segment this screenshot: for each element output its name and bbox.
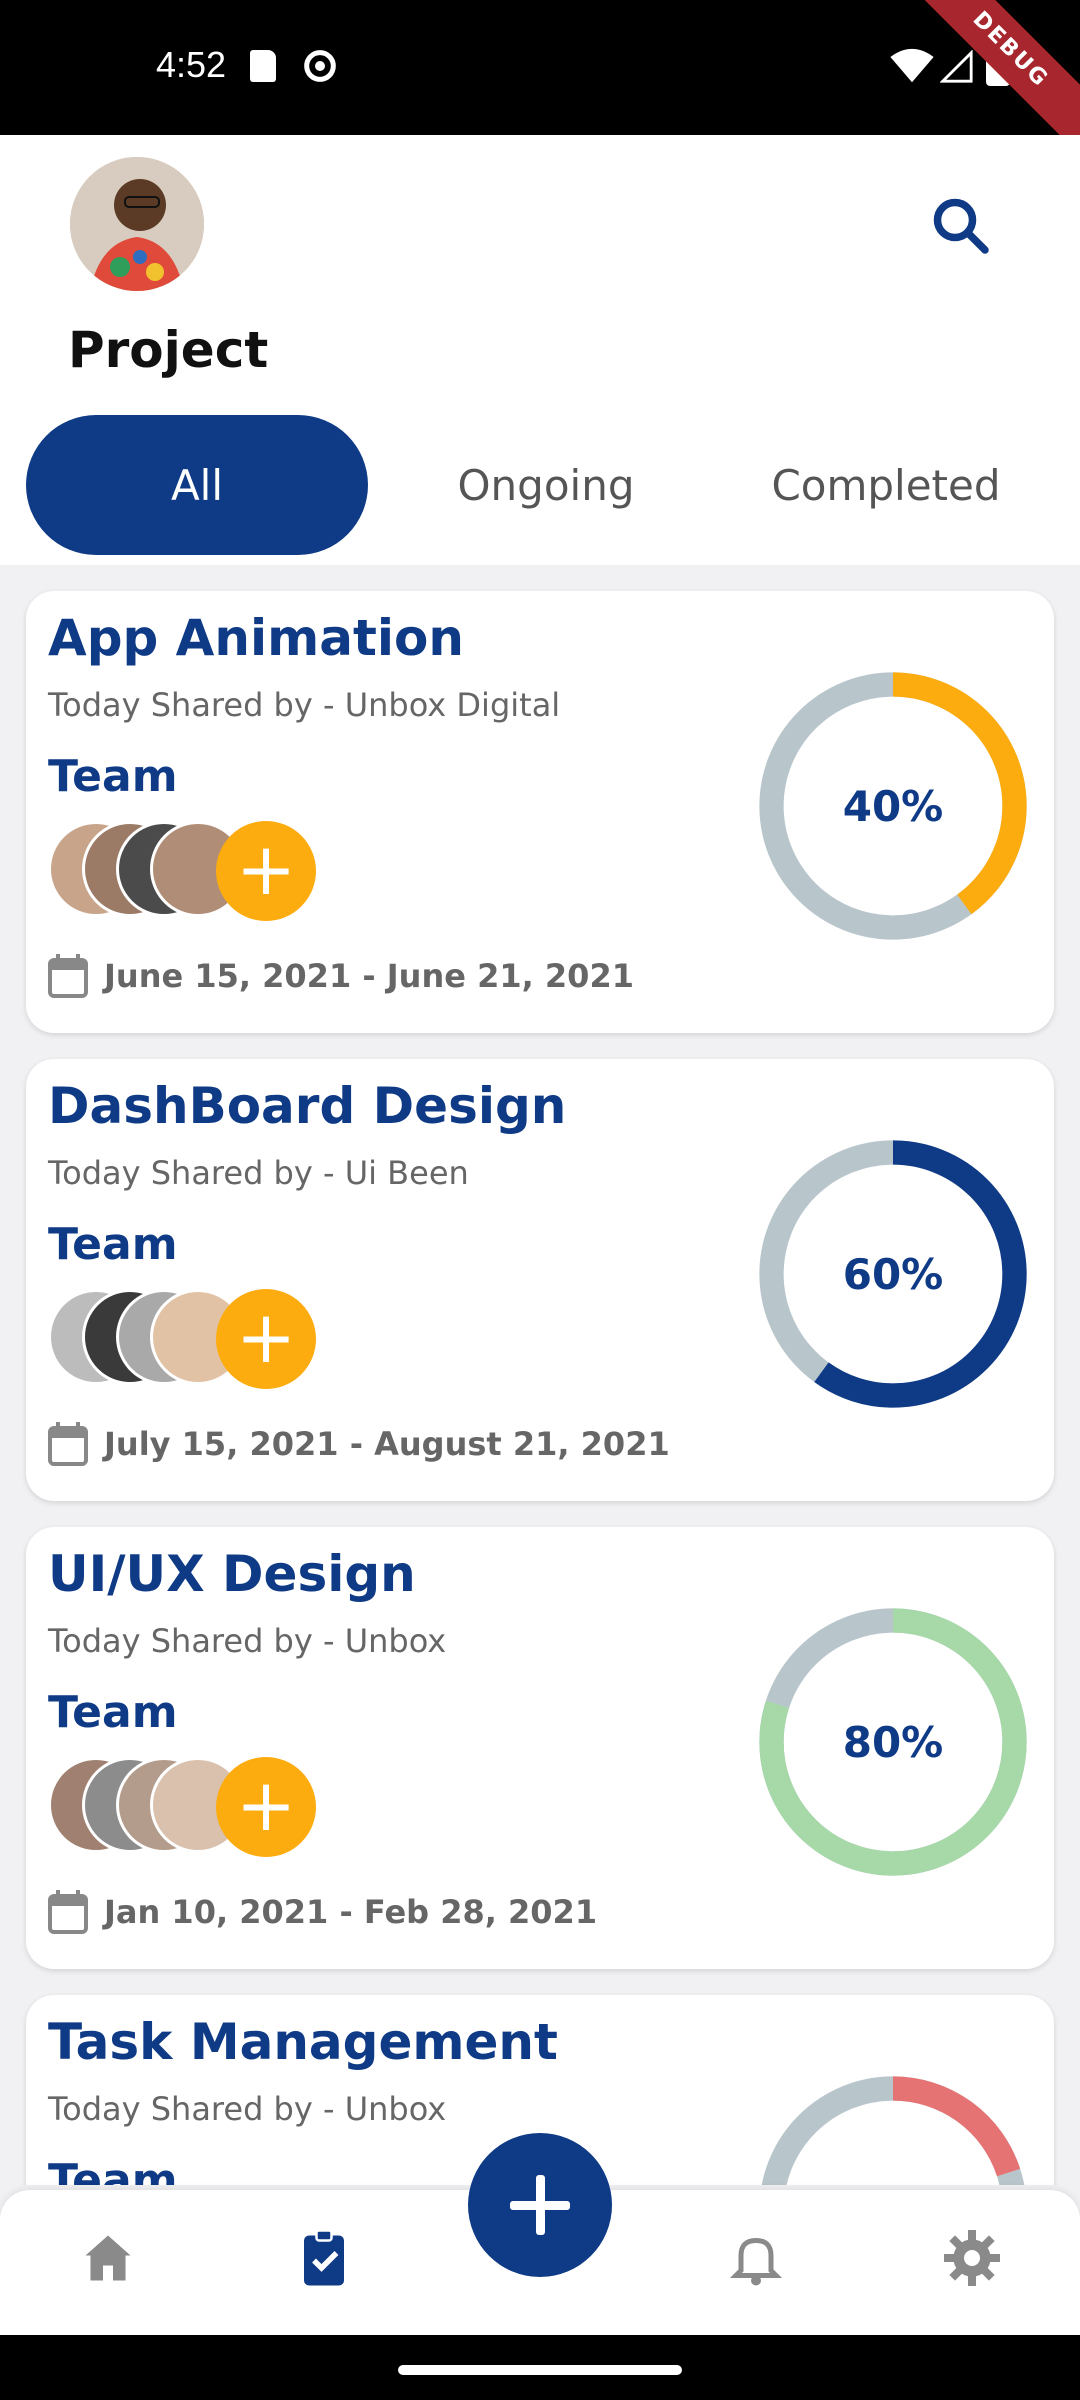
team-members: + xyxy=(48,1757,348,1857)
calendar-icon xyxy=(48,1422,88,1466)
tab-all[interactable]: All xyxy=(26,415,368,555)
calendar-icon xyxy=(48,1890,88,1934)
add-member-button[interactable]: + xyxy=(216,821,316,921)
project-card[interactable]: DashBoard Design Today Shared by - Ui Be… xyxy=(26,1059,1054,1501)
add-member-button[interactable]: + xyxy=(216,1757,316,1857)
date-range: July 15, 2021 - August 21, 2021 xyxy=(48,1419,670,1469)
progress-ring xyxy=(759,2076,1027,2185)
team-label: Team xyxy=(48,1687,178,1738)
project-list[interactable]: App Animation Today Shared by - Unbox Di… xyxy=(0,565,1080,2185)
team-members: + xyxy=(48,821,348,921)
header: Project All Ongoing Completed xyxy=(0,135,1080,565)
progress-label: 40% xyxy=(842,781,944,831)
sd-card-icon xyxy=(250,50,276,82)
tab-ongoing[interactable]: Ongoing xyxy=(396,415,696,555)
avatar[interactable] xyxy=(70,157,204,291)
clipboard-check-icon xyxy=(304,2229,344,2286)
nav-home[interactable] xyxy=(68,2218,148,2298)
nav-notifications[interactable] xyxy=(716,2218,796,2298)
project-card[interactable]: App Animation Today Shared by - Unbox Di… xyxy=(26,591,1054,1033)
signal-icon xyxy=(940,50,973,83)
home-icon xyxy=(85,2235,131,2281)
team-label: Team xyxy=(48,751,178,802)
team-label: Team xyxy=(48,1219,178,1270)
project-card[interactable]: UI/UX Design Today Shared by - Unbox Tea… xyxy=(26,1527,1054,1969)
tab-completed[interactable]: Completed xyxy=(716,415,1056,555)
plus-icon xyxy=(510,2175,570,2235)
tab-bar: All Ongoing Completed xyxy=(26,415,1056,555)
add-project-button[interactable] xyxy=(468,2133,612,2277)
status-time: 4:52 xyxy=(156,44,227,85)
project-title: UI/UX Design xyxy=(48,1545,416,1603)
team-label: Team xyxy=(48,2155,178,2185)
add-member-button[interactable]: + xyxy=(216,1289,316,1389)
calendar-icon xyxy=(48,954,88,998)
search-icon[interactable] xyxy=(930,195,990,255)
nav-settings[interactable] xyxy=(932,2218,1012,2298)
gear-icon xyxy=(304,50,336,82)
project-shared-by: Today Shared by - Ui Been xyxy=(48,1154,469,1192)
page-title: Project xyxy=(68,321,269,379)
date-text: July 15, 2021 - August 21, 2021 xyxy=(104,1425,670,1463)
date-text: Jan 10, 2021 - Feb 28, 2021 xyxy=(104,1893,598,1931)
bell-icon xyxy=(729,2237,783,2286)
nav-projects[interactable] xyxy=(284,2218,364,2298)
date-range: Jan 10, 2021 - Feb 28, 2021 xyxy=(48,1887,597,1937)
project-title: DashBoard Design xyxy=(48,1077,567,1135)
team-members: + xyxy=(48,1289,348,1389)
home-gesture-handle[interactable] xyxy=(398,2365,682,2375)
project-shared-by: Today Shared by - Unbox xyxy=(48,1622,447,1660)
project-title: Task Management xyxy=(48,2013,558,2071)
date-text: June 15, 2021 - June 21, 2021 xyxy=(104,957,634,995)
project-shared-by: Today Shared by - Unbox Digital xyxy=(48,686,561,724)
status-bar: 4:52 DEBUG xyxy=(0,0,1080,135)
gear-icon xyxy=(944,2230,1000,2286)
progress-label: 60% xyxy=(842,1249,944,1299)
date-range: June 15, 2021 - June 21, 2021 xyxy=(48,951,634,1001)
project-shared-by: Today Shared by - Unbox xyxy=(48,2090,447,2128)
project-title: App Animation xyxy=(48,609,464,667)
progress-label: 80% xyxy=(842,1717,944,1767)
wifi-icon xyxy=(890,48,934,83)
